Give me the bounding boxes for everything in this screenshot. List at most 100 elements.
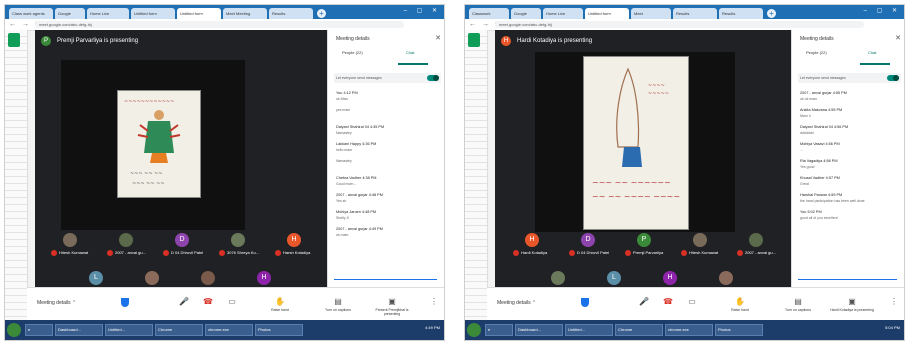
raise-hand-icon[interactable]: ✋	[735, 297, 745, 306]
present-icon[interactable]: ▣	[387, 297, 397, 306]
tab-indicator	[860, 63, 890, 65]
participant-name: Premji Parvarliya	[633, 250, 664, 255]
presenter-text: Premji Parvarliya is presenting	[57, 38, 139, 44]
taskbar-item[interactable]: Untitled...	[105, 324, 153, 336]
taskbar-item[interactable]: Dashboard...	[55, 324, 103, 336]
chat-message: 2007 - anvai gurjar 4:48 PM Yes sir	[336, 193, 383, 203]
start-button[interactable]	[7, 323, 21, 337]
sheets-icon	[468, 33, 480, 47]
browser-tab[interactable]: Google	[55, 8, 85, 19]
drawing-artwork: ~~~~~~~~~~~~ ~~~ ~~ ~~ ~~~ ~~ ~~	[124, 99, 181, 187]
taskbar-item[interactable]: chrome.exe	[665, 324, 713, 336]
mic-icon[interactable]: 🎤	[639, 297, 649, 306]
participant-avatar: H	[287, 233, 301, 247]
chat-input[interactable]	[798, 279, 897, 280]
browser-tab[interactable]: Home Live	[87, 8, 129, 19]
raise-hand-icon[interactable]: ✋	[275, 297, 285, 306]
tab-people[interactable]: People (22)	[342, 50, 363, 55]
start-button[interactable]	[467, 323, 481, 337]
window-controls[interactable]: – ▢ ✕	[864, 7, 901, 14]
url-input[interactable]: meet.google.com/abc-defg-hij	[35, 21, 404, 28]
chat-message: Dalyani Shahiral 04 4:35 PM Namastey	[336, 125, 385, 135]
more-options-icon[interactable]: ⋮	[429, 297, 439, 306]
participant-tile[interactable]: 3076 Shreya Ku...	[217, 233, 263, 259]
browser-tab[interactable]: Meet	[631, 8, 671, 19]
participant-tile[interactable]: H Hardi Kotadiya	[511, 233, 557, 259]
taskbar-item[interactable]: e	[25, 324, 53, 336]
shared-drawing: ~~~~~~~~~~~~ ~~~ ~~ ~~ ~~~ ~~ ~~	[117, 90, 201, 198]
tab-chat[interactable]: Chat	[868, 50, 876, 55]
tab-chat[interactable]: Chat	[406, 50, 414, 55]
taskbar-item[interactable]: Chrome	[155, 324, 203, 336]
hangup-icon[interactable]: ☎	[663, 297, 673, 306]
shield-icon[interactable]	[581, 298, 589, 307]
participant-tile[interactable]: D D 04 Dhruvil Patel	[567, 233, 613, 259]
mic-muted-icon	[163, 250, 169, 256]
taskbar-item[interactable]: e	[485, 324, 513, 336]
taskbar-item[interactable]: Photos	[255, 324, 303, 336]
browser-tab[interactable]: Home Live	[543, 8, 583, 19]
participant-tile[interactable]: P Premji Parvarliya	[623, 233, 669, 259]
browser-tab[interactable]: Meet Meeting	[223, 8, 267, 19]
browser-tab[interactable]: Untitled form	[131, 8, 175, 19]
browser-tab[interactable]: Results	[719, 8, 763, 19]
participant-tile[interactable]: D D 04 Dhruvil Patel	[161, 233, 207, 259]
participant-avatar: L	[89, 271, 103, 285]
sheets-icon	[8, 33, 20, 47]
participant-avatar	[231, 233, 245, 247]
browser-tab-bar: Classwork Google Home Live Untitled form…	[465, 5, 904, 19]
captions-label: Turn on captions	[785, 308, 811, 312]
meeting-details-button[interactable]: Meeting details ⌃	[497, 300, 536, 306]
participant-tile[interactable]: 2007 - anvai gu...	[735, 233, 781, 259]
close-icon[interactable]: ✕	[435, 34, 441, 42]
chat-input[interactable]	[334, 279, 437, 280]
browser-tab-active[interactable]: Untitled form	[585, 8, 629, 19]
chat-message: Mohiya Jaruen 4:48 PM Shelly Ji	[336, 210, 377, 220]
meeting-details-button[interactable]: Meeting details ⌃	[37, 300, 76, 306]
chat-toggle[interactable]	[427, 75, 439, 81]
participant-name: Hitesh Kumawat	[689, 250, 719, 255]
more-options-icon[interactable]: ⋮	[889, 297, 899, 306]
mic-icon[interactable]: 🎤	[179, 297, 189, 306]
participant-avatar: D	[175, 233, 189, 247]
new-tab-button[interactable]: +	[317, 9, 326, 18]
browser-tab[interactable]: Class work agents	[9, 8, 53, 19]
tab-people[interactable]: People (22)	[806, 50, 827, 55]
mic-muted-icon	[275, 250, 281, 256]
shared-screen: ~~~~~~~~~~~~ ~~~ ~~ ~~ ~~~ ~~ ~~	[61, 60, 245, 230]
taskbar-item[interactable]: Dashboard...	[515, 324, 563, 336]
taskbar-item[interactable]: chrome.exe	[205, 324, 253, 336]
taskbar-item[interactable]: Untitled...	[565, 324, 613, 336]
participant-tile[interactable]: H Harsh Kotadiya	[273, 233, 319, 259]
new-tab-button[interactable]: +	[767, 9, 776, 18]
svg-text:~~~~: ~~~~	[648, 83, 665, 89]
browser-tab-active[interactable]: Untitled form	[177, 8, 221, 19]
meeting-details-panel: Meeting details ✕ People (22) Chat Let e…	[791, 30, 904, 288]
present-icon[interactable]: ▣	[847, 297, 857, 306]
participant-avatar	[551, 271, 565, 285]
camera-icon[interactable]: ▭	[687, 297, 697, 306]
browser-tab[interactable]: Results	[269, 8, 313, 19]
camera-icon[interactable]: ▭	[227, 297, 237, 306]
participant-name: Hardi Kotadiya	[521, 250, 548, 255]
svg-text:~~ ~~ ~~~~ ~~~~: ~~ ~~ ~~~~ ~~~~	[592, 192, 680, 201]
chat-toggle[interactable]	[887, 75, 899, 81]
taskbar-item[interactable]: Photos	[715, 324, 763, 336]
url-input[interactable]: meet.google.com/abc-defg-hij	[495, 21, 864, 28]
chat-message-list: You 4:12 PM ok Miss yes mam Dalyani Shahi…	[336, 90, 441, 243]
participant-tile[interactable]: Hitesh Kumawat	[49, 233, 95, 259]
chat-permission-row: Let everyone send messages	[334, 73, 441, 83]
participant-tile[interactable]: 2007 - anvai gu...	[105, 233, 151, 259]
participant-tile[interactable]: Hitesh Kumawat	[679, 233, 725, 259]
taskbar-item[interactable]: Chrome	[615, 324, 663, 336]
divider	[445, 0, 464, 345]
shield-icon[interactable]	[121, 298, 129, 307]
hangup-icon[interactable]: ☎	[203, 297, 213, 306]
captions-icon[interactable]: ▤	[793, 297, 803, 306]
browser-tab[interactable]: Results	[673, 8, 717, 19]
close-icon[interactable]: ✕	[895, 34, 901, 42]
captions-icon[interactable]: ▤	[333, 297, 343, 306]
browser-tab[interactable]: Classwork	[469, 8, 509, 19]
browser-tab[interactable]: Google	[511, 8, 541, 19]
window-controls[interactable]: – ▢ ✕	[404, 7, 441, 14]
